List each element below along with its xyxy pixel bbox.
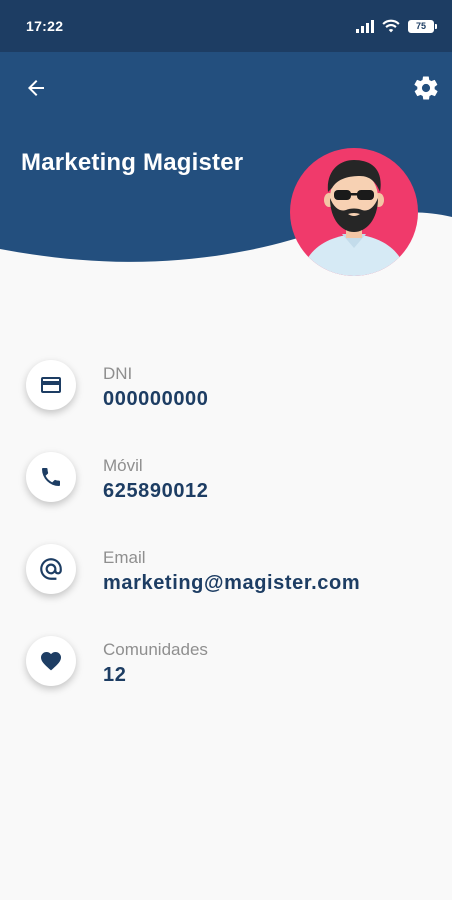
heart-icon [41,652,61,671]
back-button[interactable] [20,74,52,102]
info-label: Comunidades [103,640,208,659]
info-row-email: Email marketing@magister.com [0,534,452,626]
icon-button-phone[interactable] [26,452,76,502]
icon-button-communities[interactable] [26,636,76,686]
icon-button-email[interactable] [26,544,76,594]
info-label: Email [103,548,146,567]
settings-button[interactable] [410,72,442,104]
arrow-left-icon [28,80,44,96]
phone-icon [42,468,60,486]
signal-icon [356,19,374,33]
avatar-illustration [304,160,404,276]
battery-icon: 75 [408,19,437,33]
wifi-icon [382,19,400,33]
profile-info-list: DNI 000000000 Móvil 625890012 Email mark… [0,350,452,718]
info-value: marketing@magister.com [103,572,361,594]
info-label: Móvil [103,456,143,475]
avatar[interactable] [290,148,418,276]
info-value: 000000000 [103,388,209,410]
icon-button-dni[interactable] [26,360,76,410]
status-icons: 75 [356,19,437,33]
gear-icon [414,76,438,100]
info-row-dni: DNI 000000000 [0,350,452,442]
profile-name: Marketing Magister [21,149,244,176]
credit-card-icon [41,377,61,393]
status-time: 17:22 [26,18,64,34]
info-label: DNI [103,364,133,383]
info-value: 625890012 [103,480,209,502]
at-icon [40,558,62,580]
info-row-comunidades: Comunidades 12 [0,626,452,718]
status-bar: 17:22 75 [0,0,452,52]
info-row-movil: Móvil 625890012 [0,442,452,534]
info-value: 12 [103,664,127,686]
